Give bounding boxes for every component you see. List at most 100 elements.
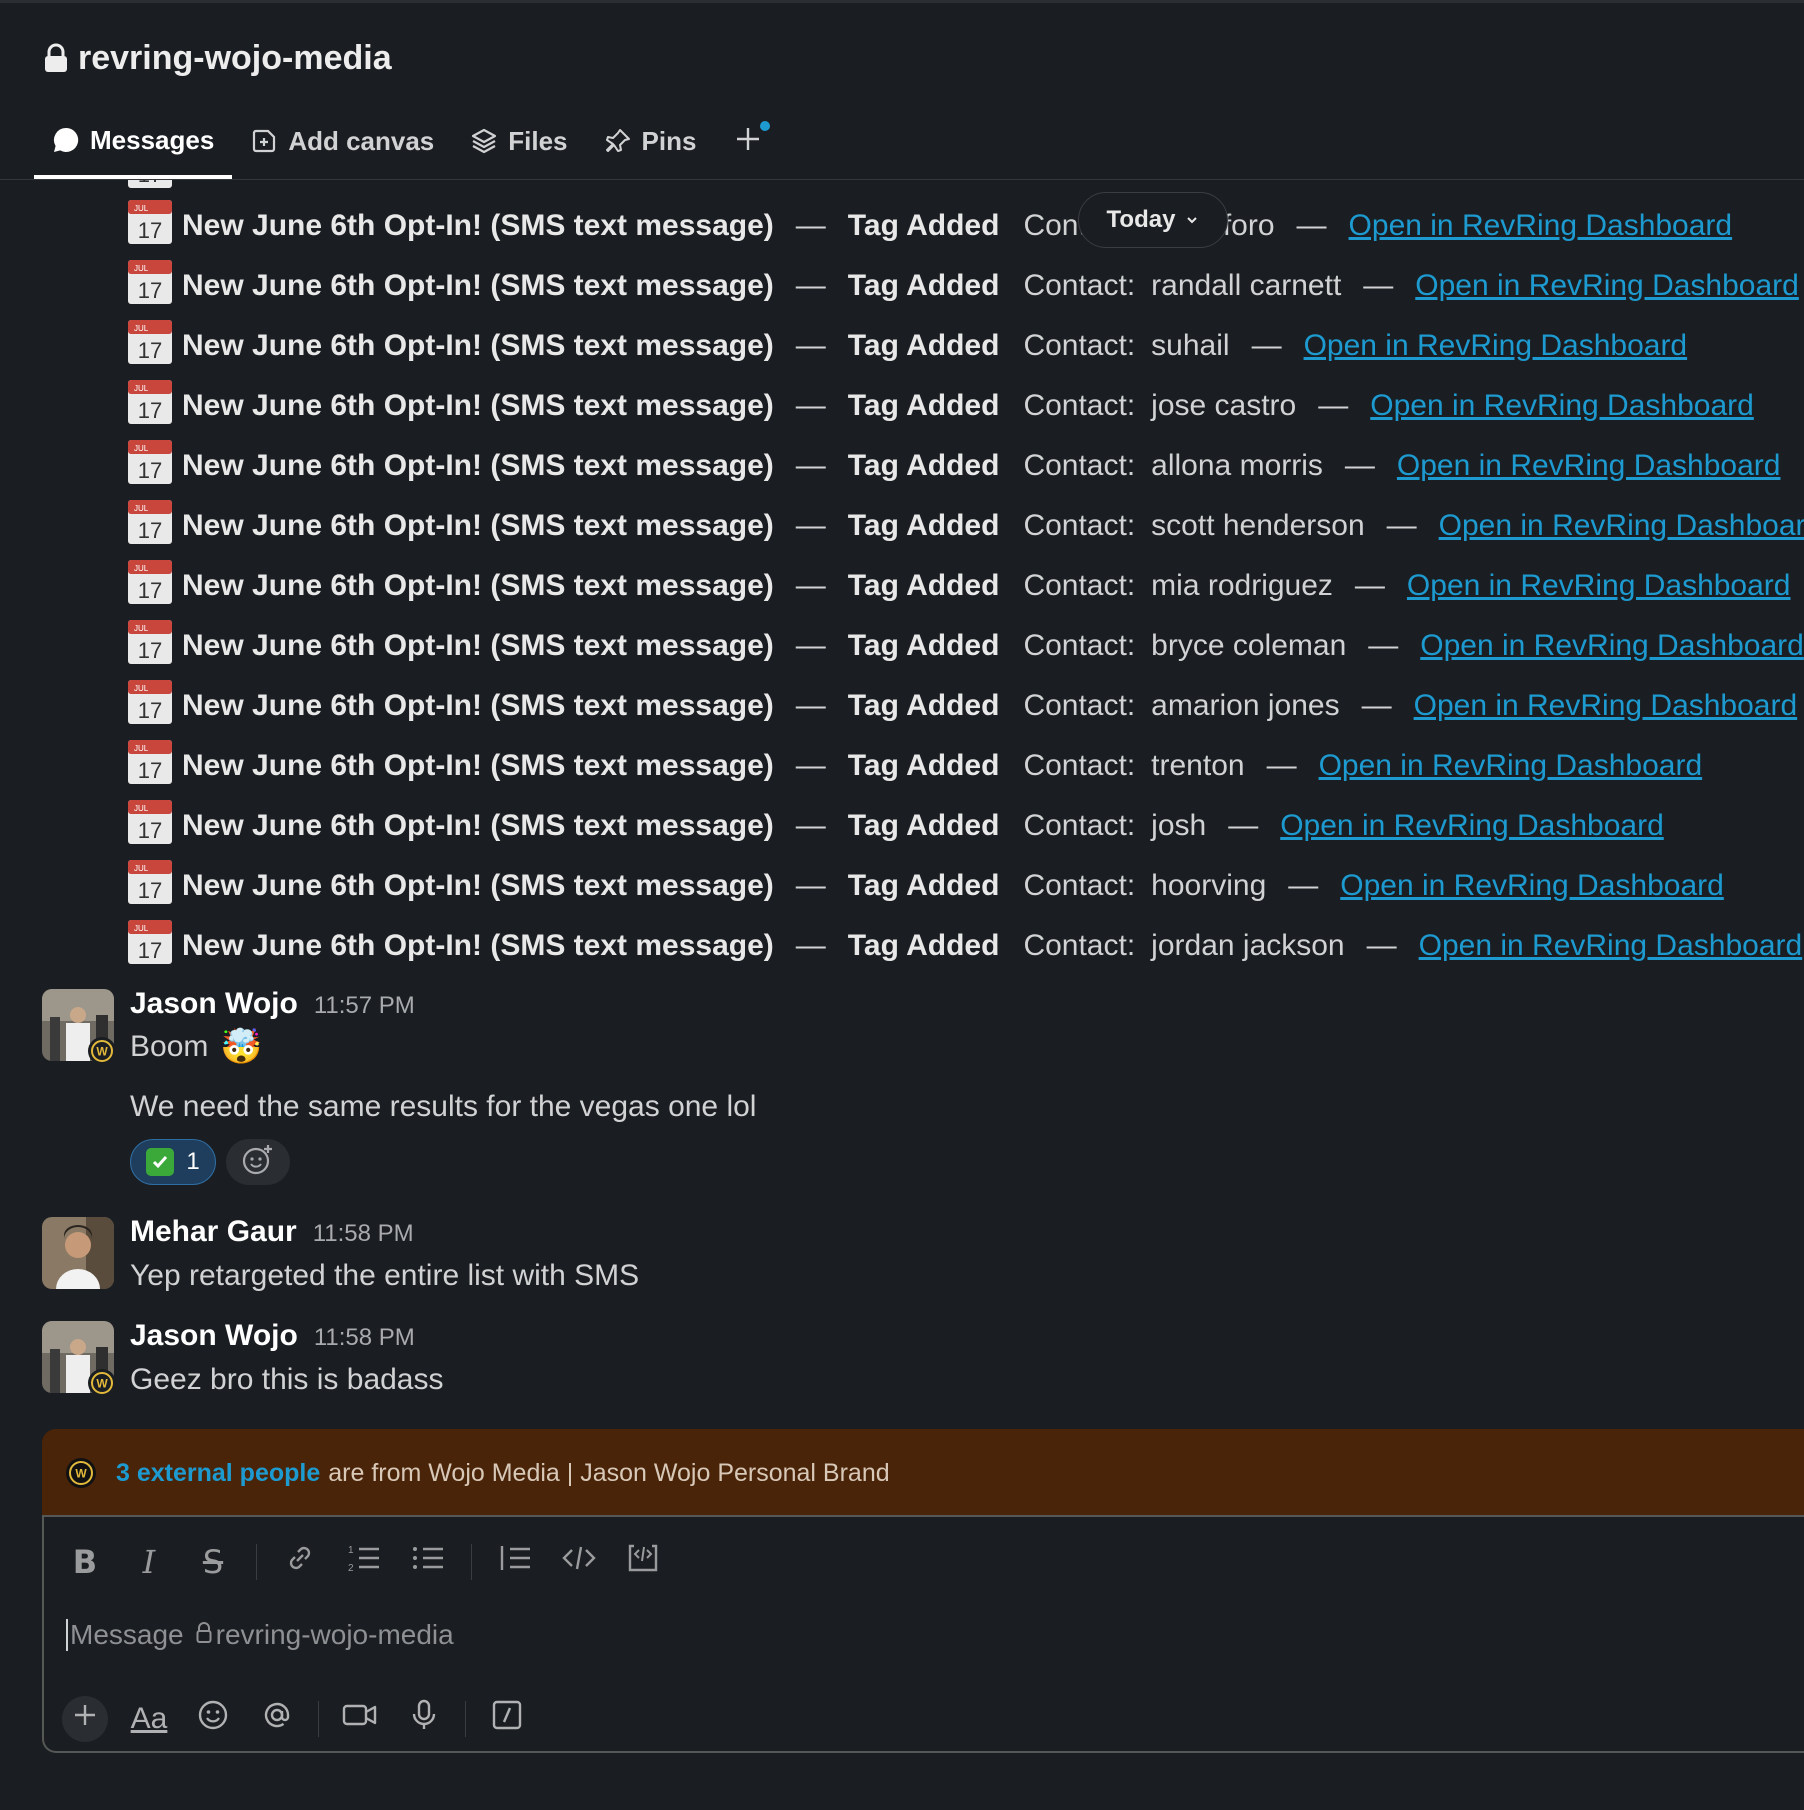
message-author[interactable]: Mehar Gaur 11:58 PM <box>130 1215 414 1249</box>
notification-row: JUL 17 New June 6th Opt-In! (SMS text mess… <box>128 500 1804 552</box>
svg-text:17: 17 <box>138 638 162 663</box>
open-dashboard-link[interactable]: Open in RevRing Dashboard <box>1407 569 1791 603</box>
author-name[interactable]: Jason Wojo <box>130 987 298 1020</box>
code-block-button[interactable] <box>622 1541 664 1583</box>
separator-dash: — <box>1354 569 1385 602</box>
contact-label: Contact: <box>1023 569 1136 602</box>
italic-button[interactable]: I <box>128 1541 170 1583</box>
text-formatting-toggle[interactable]: Aa <box>126 1696 172 1742</box>
external-org-badge-icon: W <box>88 1369 116 1397</box>
message-timestamp[interactable]: 11:58 PM <box>313 1220 414 1247</box>
reaction-count: 1 <box>186 1148 200 1175</box>
blockquote-icon <box>498 1542 532 1582</box>
external-people-link[interactable]: 3 external people <box>116 1459 320 1488</box>
open-dashboard-link[interactable]: Open in RevRing Dashboard <box>1370 389 1754 423</box>
svg-text:17: 17 <box>138 458 162 483</box>
reaction-check[interactable]: 1 <box>130 1139 216 1185</box>
message-author[interactable]: Jason Wojo 11:57 PM <box>130 987 415 1021</box>
banner-text: are from Wojo Media | Jason Wojo Persona… <box>328 1458 890 1487</box>
message-input[interactable]: Message revring-wojo-media <box>66 1619 454 1651</box>
svg-text:JUL: JUL <box>134 444 149 453</box>
notification-row-clipped: JUL17 <box>128 180 182 192</box>
mention-button[interactable] <box>254 1696 300 1742</box>
tab-add-canvas[interactable]: Add canvas <box>232 115 452 167</box>
separator-dash: — <box>1288 869 1319 902</box>
notification-title: New June 6th Opt-In! (SMS text message) <box>182 869 774 902</box>
open-dashboard-link[interactable]: Open in RevRing Dashboard <box>1415 269 1799 303</box>
tab-files[interactable]: Files <box>452 115 585 167</box>
separator-dash: — <box>795 749 826 782</box>
notification-title: New June 6th Opt-In! (SMS text message) <box>182 929 774 962</box>
notification-row: JUL 17 New June 6th Opt-In! (SMS text mess… <box>128 860 1724 912</box>
open-dashboard-link[interactable]: Open in RevRing Dashboard <box>1280 809 1664 843</box>
message-timestamp[interactable]: 11:58 PM <box>314 1324 415 1351</box>
open-dashboard-link[interactable]: Open in RevRing Dashboard <box>1319 749 1703 783</box>
notification-title: New June 6th Opt-In! (SMS text message) <box>182 749 774 782</box>
svg-text:JUL: JUL <box>134 744 149 753</box>
notification-title: New June 6th Opt-In! (SMS text message) <box>182 689 774 722</box>
message-line: Boom <box>130 1030 209 1063</box>
channel-header[interactable]: revring-wojo-media <box>44 33 392 83</box>
add-tab-button[interactable] <box>714 115 782 167</box>
author-name[interactable]: Mehar Gaur <box>130 1215 297 1248</box>
message-bubble-icon <box>52 126 80 154</box>
event-type: Tag Added <box>847 329 1000 362</box>
video-camera-icon <box>342 1701 378 1737</box>
open-dashboard-link[interactable]: Open in RevRing Dashboard <box>1304 329 1688 363</box>
add-reaction-button[interactable] <box>226 1139 290 1185</box>
separator-dash: — <box>1363 269 1394 302</box>
channel-view: revring-wojo-media Messages Add canvas F… <box>0 0 1804 1810</box>
notification-row: JUL 17 New June 6th Opt-In! (SMS text mess… <box>128 380 1754 432</box>
svg-text:JUL: JUL <box>134 264 149 273</box>
bulleted-list-button[interactable] <box>407 1541 449 1583</box>
author-name[interactable]: Jason Wojo <box>130 1319 298 1352</box>
separator-dash: — <box>795 209 826 242</box>
emoji-button[interactable] <box>190 1696 236 1742</box>
contact-label: Contact: <box>1023 329 1136 362</box>
notification-row: JUL 17 New June 6th Opt-In! (SMS text mess… <box>128 440 1780 492</box>
message-timestamp[interactable]: 11:57 PM <box>314 992 415 1019</box>
channel-title: revring-wojo-media <box>78 38 392 77</box>
open-dashboard-link[interactable]: Open in RevRing Dashboard <box>1439 509 1804 543</box>
bold-button[interactable]: B <box>64 1541 106 1583</box>
calendar-icon: JUL 17 <box>128 260 182 312</box>
audio-clip-button[interactable] <box>401 1696 447 1742</box>
link-button[interactable] <box>279 1541 321 1583</box>
open-dashboard-link[interactable]: Open in RevRing Dashboard <box>1414 689 1798 723</box>
svg-text:JUL: JUL <box>134 924 149 933</box>
message-author[interactable]: Jason Wojo 11:58 PM <box>130 1319 415 1353</box>
svg-text:JUL: JUL <box>134 864 149 873</box>
tab-label: Pins <box>641 125 697 156</box>
svg-text:17: 17 <box>138 518 162 543</box>
ordered-list-button[interactable]: 12 <box>343 1541 385 1583</box>
strikethrough-button[interactable]: S <box>192 1541 234 1583</box>
video-clip-button[interactable] <box>337 1696 383 1742</box>
code-button[interactable] <box>558 1541 600 1583</box>
open-dashboard-link[interactable]: Open in RevRing Dashboard <box>1349 209 1733 243</box>
open-dashboard-link[interactable]: Open in RevRing Dashboard <box>1420 629 1804 663</box>
open-dashboard-link[interactable]: Open in RevRing Dashboard <box>1419 929 1803 963</box>
svg-text:17: 17 <box>138 938 162 963</box>
blockquote-button[interactable] <box>494 1541 536 1583</box>
shortcuts-button[interactable] <box>484 1696 530 1742</box>
avatar[interactable] <box>42 1217 114 1289</box>
bulleted-list-icon <box>411 1542 445 1582</box>
tab-pins[interactable]: Pins <box>586 115 715 167</box>
separator-dash: — <box>795 629 826 662</box>
date-label: Today <box>1106 206 1176 233</box>
open-dashboard-link[interactable]: Open in RevRing Dashboard <box>1340 869 1724 903</box>
separator-dash: — <box>1266 749 1297 782</box>
tab-messages[interactable]: Messages <box>34 115 233 179</box>
calendar-icon: JUL 17 <box>128 740 182 792</box>
contact-name: allona morris <box>1151 449 1323 482</box>
notification-title: New June 6th Opt-In! (SMS text message) <box>182 389 774 422</box>
open-dashboard-link[interactable]: Open in RevRing Dashboard <box>1397 449 1781 483</box>
attach-button[interactable] <box>62 1696 108 1742</box>
contact-name: hoorving <box>1151 869 1267 902</box>
calendar-icon: JUL 17 <box>128 560 182 612</box>
notification-row: JUL 17 New June 6th Opt-In! (SMS text mess… <box>128 800 1664 852</box>
aa-label: Aa <box>130 1702 168 1735</box>
notification-title: New June 6th Opt-In! (SMS text message) <box>182 569 774 602</box>
calendar-icon: JUL 17 <box>128 320 182 372</box>
date-separator-today[interactable]: Today <box>1078 192 1228 248</box>
